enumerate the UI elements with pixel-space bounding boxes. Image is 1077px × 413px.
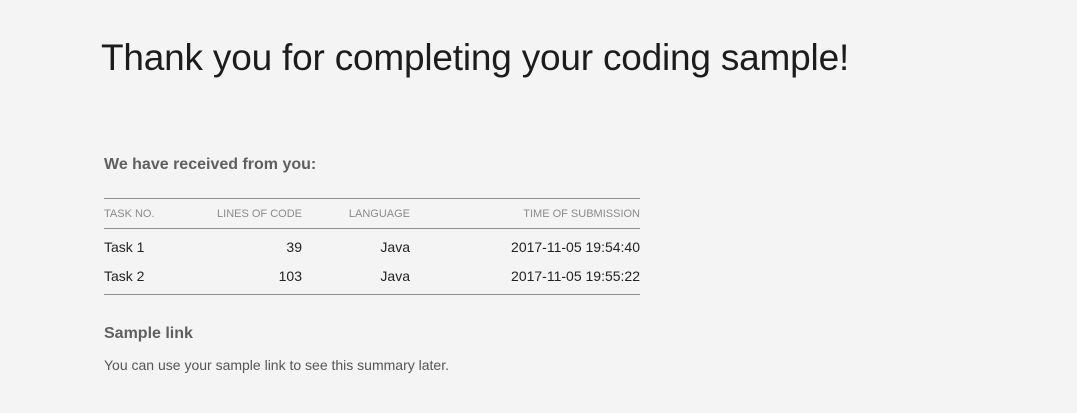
- column-header-lines: LINES OF CODE: [214, 198, 302, 229]
- table-row: Task 1 39 Java 2017-11-05 19:54:40: [104, 229, 640, 262]
- column-header-language: LANGUAGE: [302, 198, 410, 229]
- time-cell: 2017-11-05 19:54:40: [511, 238, 640, 255]
- table-row: Task 2 103 Java 2017-11-05 19:55:22: [104, 261, 640, 295]
- lines-cell: 103: [214, 261, 302, 295]
- language-cell: Java: [302, 261, 410, 295]
- lines-cell: 39: [286, 238, 302, 255]
- column-header-task: TASK NO.: [104, 198, 214, 229]
- language-cell: Java: [380, 238, 410, 255]
- sample-link-heading: Sample link: [104, 325, 193, 342]
- page-title: Thank you for completing your coding sam…: [101, 37, 850, 78]
- submission-table: TASK NO. LINES OF CODE LANGUAGE TIME OF …: [104, 198, 640, 295]
- table-header-row: TASK NO. LINES OF CODE LANGUAGE TIME OF …: [104, 198, 640, 229]
- time-cell: 2017-11-05 19:55:22: [410, 261, 640, 295]
- column-header-time: TIME OF SUBMISSION: [410, 198, 640, 229]
- sample-link-description: You can use your sample link to see this…: [104, 357, 449, 373]
- completion-page: Thank you for completing your coding sam…: [0, 0, 1077, 413]
- task-cell: Task 2: [104, 261, 214, 295]
- received-heading: We have received from you:: [104, 156, 317, 173]
- task-cell: Task 1: [104, 238, 145, 255]
